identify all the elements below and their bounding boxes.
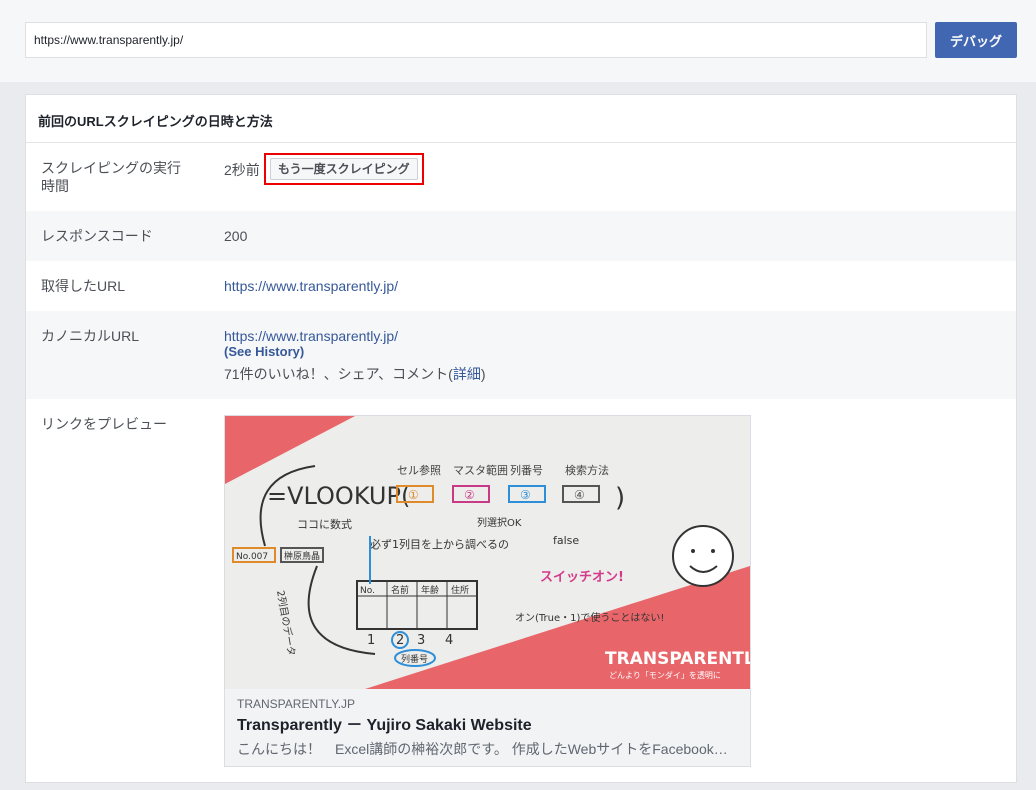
scrape-time-value: 2秒前 (224, 162, 260, 178)
arg2-num: ② (464, 488, 475, 502)
preview-image: =VLOOKUP( セル参照 マスタ範囲 列番号 検索方法 ① ② ③ ④ ) … (225, 416, 750, 689)
arg3-label: 列番号 (510, 463, 543, 477)
preview-title: Transparently － Yujiro Sakaki Website (237, 717, 532, 734)
note-here-formula: ココに数式 (297, 518, 352, 531)
engagement-suffix: ) (480, 366, 486, 382)
arg4-label: 検索方法 (565, 463, 609, 477)
preview-domain: TRANSPARENTLY.JP (237, 697, 356, 711)
note-first-col: 必ず1列目を上から調べるの (370, 537, 509, 551)
col-num-2: 2 (396, 633, 404, 648)
response-code-label: レスポンスコード (41, 228, 153, 244)
rescrape-button[interactable]: もう一度スクレイピング (270, 158, 418, 180)
top-bar: デバッグ (0, 0, 1036, 82)
cell-name: 榊原鳥晶 (284, 550, 320, 562)
scrape-time-value-wrap: 2秒前 (224, 161, 260, 179)
scrape-info-panel: 前回のURLスクレイピングの日時と方法 スクレイピングの実行時間 2秒前 もう一… (25, 94, 1017, 783)
engagement-details-link[interactable]: 詳細 (453, 366, 481, 382)
link-preview-card[interactable]: =VLOOKUP( セル参照 マスタ範囲 列番号 検索方法 ① ② ③ ④ ) … (224, 415, 751, 767)
note-false: false (553, 534, 579, 547)
table-header-4: 住所 (451, 584, 469, 596)
arg2-label: マスタ範囲 (453, 463, 508, 477)
fetched-url-label: 取得したURL (41, 278, 126, 294)
brand-text: TRANSPARENTLY (605, 649, 750, 669)
arg1-label: セル参照 (397, 463, 441, 477)
row-response-code: レスポンスコード 200 (26, 211, 1016, 261)
svg-text:): ) (615, 483, 625, 513)
row-fetched-url: 取得したURL https://www.transparently.jp/ (26, 261, 1016, 311)
panel-title: 前回のURLスクレイピングの日時と方法 (26, 95, 1016, 143)
scrape-time-label: スクレイピングの実行時間 (41, 160, 181, 194)
note-true-unused: オン(True・1)で使うことはない! (515, 611, 664, 624)
url-input[interactable] (25, 22, 927, 58)
preview-description: こんにちは！ Excel講師の榊裕次郎です。 作成したWebサイトをFacebo… (237, 741, 728, 757)
table-header-2: 名前 (391, 584, 409, 596)
arg3-num: ③ (520, 488, 531, 502)
row-canonical-url: カノニカルURL https://www.transparently.jp/ (… (26, 311, 1016, 399)
note-col-num: 列番号 (401, 653, 428, 665)
fetched-url-link[interactable]: https://www.transparently.jp/ (224, 277, 398, 295)
arg4-num: ④ (574, 488, 585, 502)
link-preview-label: リンクをプレビュー (41, 416, 167, 432)
table-header-3: 年齢 (421, 584, 439, 596)
preview-meta: TRANSPARENTLY.JP Transparently － Yujiro … (225, 689, 750, 758)
arg1-num: ① (408, 488, 419, 502)
debug-button[interactable]: デバッグ (935, 22, 1017, 58)
row-scrape-time: スクレイピングの実行時間 2秒前 もう一度スクレイピング (26, 143, 1016, 211)
table-header-1: No. (360, 586, 375, 596)
col-num-4: 4 (445, 633, 453, 648)
cell-no: No.007 (236, 552, 268, 562)
canonical-url-label: カノニカルURL (41, 328, 140, 344)
formula-text: =VLOOKUP( (267, 482, 410, 510)
engagement-prefix: 71件のいいね！、シェア、コメント( (224, 366, 453, 382)
row-link-preview: リンクをプレビュー =VLOOKUP( セル参照 マスタ範囲 列番号 検索方法 … (26, 399, 1016, 782)
col-num-1: 1 (367, 633, 375, 648)
engagement-text: 71件のいいね！、シェア、コメント(詳細) (224, 365, 486, 383)
note-col-select: 列選択OK (477, 516, 522, 529)
see-history-link[interactable]: (See History) (224, 343, 304, 361)
note-switch: スイッチオン! (540, 570, 624, 585)
response-code-value: 200 (224, 228, 248, 244)
rescrape-highlight: もう一度スクレイピング (264, 153, 424, 185)
col-num-3: 3 (417, 633, 425, 648)
brand-tagline: どんより「モンダイ」を透明に (609, 670, 721, 680)
